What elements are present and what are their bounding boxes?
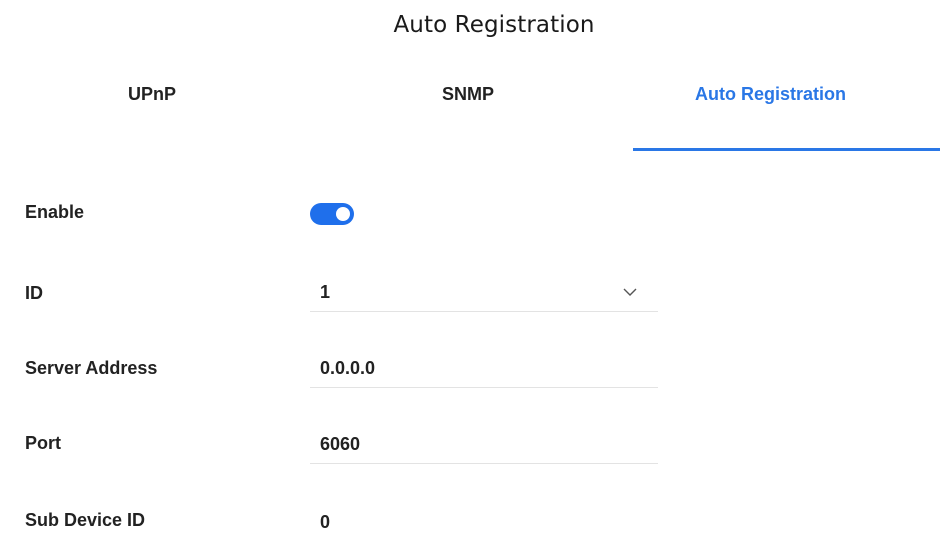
- server-address-label: Server Address: [25, 358, 158, 378]
- sub-device-id-label: Sub Device ID: [25, 510, 146, 530]
- sub-device-id-value: 0: [320, 512, 331, 532]
- server-address-input[interactable]: 0.0.0.0: [310, 351, 658, 388]
- toggle-knob: [336, 207, 350, 221]
- id-select[interactable]: 1: [310, 275, 658, 312]
- tab-bar: UPnP SNMP Auto Registration: [0, 72, 940, 152]
- chevron-down-icon: [623, 288, 637, 296]
- tab-upnp[interactable]: UPnP: [128, 84, 176, 105]
- server-address-value: 0.0.0.0: [320, 358, 376, 378]
- port-input[interactable]: 6060: [310, 427, 658, 464]
- id-select-value: 1: [320, 282, 331, 302]
- id-label: ID: [25, 283, 43, 303]
- enable-label: Enable: [25, 202, 85, 222]
- port-label: Port: [25, 433, 61, 453]
- tab-auto-registration[interactable]: Auto Registration: [695, 84, 846, 105]
- page-title: Auto Registration: [393, 12, 595, 38]
- active-tab-indicator: [633, 148, 940, 151]
- enable-toggle[interactable]: [310, 203, 354, 225]
- tab-snmp[interactable]: SNMP: [442, 84, 494, 105]
- port-value: 6060: [320, 434, 361, 454]
